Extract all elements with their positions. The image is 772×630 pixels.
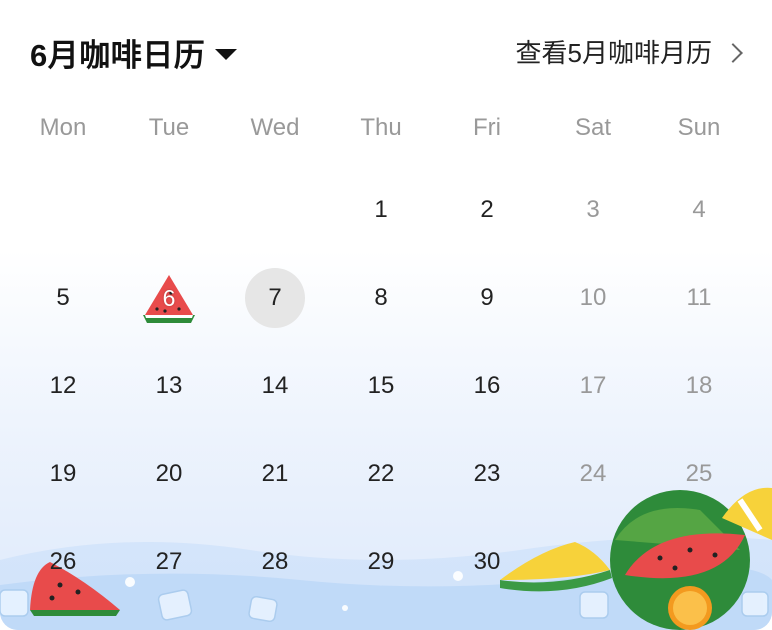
day-cell[interactable]: 9 xyxy=(434,254,540,342)
day-number: 10 xyxy=(579,284,607,311)
day-cell[interactable]: 15 xyxy=(328,342,434,430)
weekday-label: Wed xyxy=(250,114,300,141)
day-cell[interactable]: 7 xyxy=(222,254,328,342)
day-number: 16 xyxy=(473,372,501,399)
day-cell[interactable]: 17 xyxy=(540,342,646,430)
empty-day-cell xyxy=(222,166,328,254)
day-cell[interactable]: 14 xyxy=(222,342,328,430)
day-cell[interactable]: 2 xyxy=(434,166,540,254)
day-cell[interactable]: 18 xyxy=(646,342,752,430)
day-number: 3 xyxy=(586,196,600,223)
day-number: 7 xyxy=(268,284,282,311)
day-number: 14 xyxy=(261,372,289,399)
weekday-label: Mon xyxy=(39,114,87,141)
day-number: 25 xyxy=(685,460,713,487)
day-number: 27 xyxy=(155,548,183,575)
day-number: 4 xyxy=(692,196,706,223)
day-number: 6 xyxy=(162,284,176,311)
day-number: 1 xyxy=(374,196,388,223)
weekday-label: Thu xyxy=(360,114,402,141)
day-cell[interactable]: 8 xyxy=(328,254,434,342)
coffee-calendar-card: 6月咖啡日历 查看5月咖啡月历 Mon Tue Wed Thu Fri Sat … xyxy=(0,0,772,630)
day-cell[interactable]: 10 xyxy=(540,254,646,342)
day-number: 30 xyxy=(473,548,501,575)
empty-day-cell xyxy=(10,166,116,254)
day-number: 22 xyxy=(367,460,395,487)
day-cell[interactable]: 21 xyxy=(222,430,328,518)
day-number: 15 xyxy=(367,372,395,399)
day-grid: 1 2 3 4 5 6 7 8 9 10 11 12 13 14 15 16 17 18 19 20 21 22 23 24 2… xyxy=(10,166,752,606)
empty-day-cell xyxy=(116,166,222,254)
day-number: 20 xyxy=(155,460,183,487)
calendar-title: 6月咖啡日历 xyxy=(30,38,206,73)
day-cell[interactable]: 22 xyxy=(328,430,434,518)
day-cell[interactable]: 30 xyxy=(434,518,540,606)
day-cell[interactable]: 13 xyxy=(116,342,222,430)
day-number: 12 xyxy=(49,372,77,399)
day-number: 17 xyxy=(579,372,607,399)
day-cell[interactable]: 23 xyxy=(434,430,540,518)
day-cell[interactable]: 3 xyxy=(540,166,646,254)
day-cell[interactable]: 24 xyxy=(540,430,646,518)
month-selector[interactable]: 6月咖啡日历 xyxy=(30,30,238,75)
weekday-label: Fri xyxy=(473,114,501,141)
day-cell[interactable]: 16 xyxy=(434,342,540,430)
chevron-right-icon xyxy=(723,42,743,63)
weekday-header-row: Mon Tue Wed Thu Fri Sat Sun xyxy=(10,108,752,148)
previous-month-label: 查看5月咖啡月历 xyxy=(515,38,712,68)
day-number: 8 xyxy=(374,284,388,311)
day-cell[interactable]: 28 xyxy=(222,518,328,606)
day-number: 11 xyxy=(686,284,712,311)
day-cell[interactable]: 1 xyxy=(328,166,434,254)
day-cell[interactable]: 27 xyxy=(116,518,222,606)
day-cell[interactable]: 11 xyxy=(646,254,752,342)
day-number: 29 xyxy=(367,548,395,575)
weekday-label: Sun xyxy=(677,114,721,141)
day-cell[interactable]: 19 xyxy=(10,430,116,518)
day-cell[interactable]: 12 xyxy=(10,342,116,430)
weekday-label: Sat xyxy=(574,114,612,141)
calendar-header: 6月咖啡日历 查看5月咖啡月历 xyxy=(0,0,772,100)
day-cell[interactable]: 29 xyxy=(328,518,434,606)
day-number: 13 xyxy=(155,372,183,399)
day-number: 21 xyxy=(261,460,289,487)
day-number: 26 xyxy=(49,548,77,575)
day-cell[interactable]: 26 xyxy=(10,518,116,606)
day-cell[interactable]: 20 xyxy=(116,430,222,518)
day-cell[interactable]: 25 xyxy=(646,430,752,518)
day-number: 23 xyxy=(473,460,501,487)
weekday-label: Tue xyxy=(148,114,190,141)
day-number: 18 xyxy=(685,372,713,399)
day-number: 19 xyxy=(49,460,77,487)
day-number: 28 xyxy=(261,548,289,575)
day-cell[interactable]: 4 xyxy=(646,166,752,254)
day-cell[interactable]: 5 xyxy=(10,254,116,342)
day-number: 9 xyxy=(480,284,494,311)
caret-down-icon xyxy=(215,48,238,60)
view-previous-month-link[interactable]: 查看5月咖啡月历 xyxy=(515,33,743,70)
day-number: 2 xyxy=(480,196,494,223)
day-number: 5 xyxy=(56,284,70,311)
day-cell[interactable]: 6 xyxy=(116,254,222,342)
day-number: 24 xyxy=(579,460,607,487)
